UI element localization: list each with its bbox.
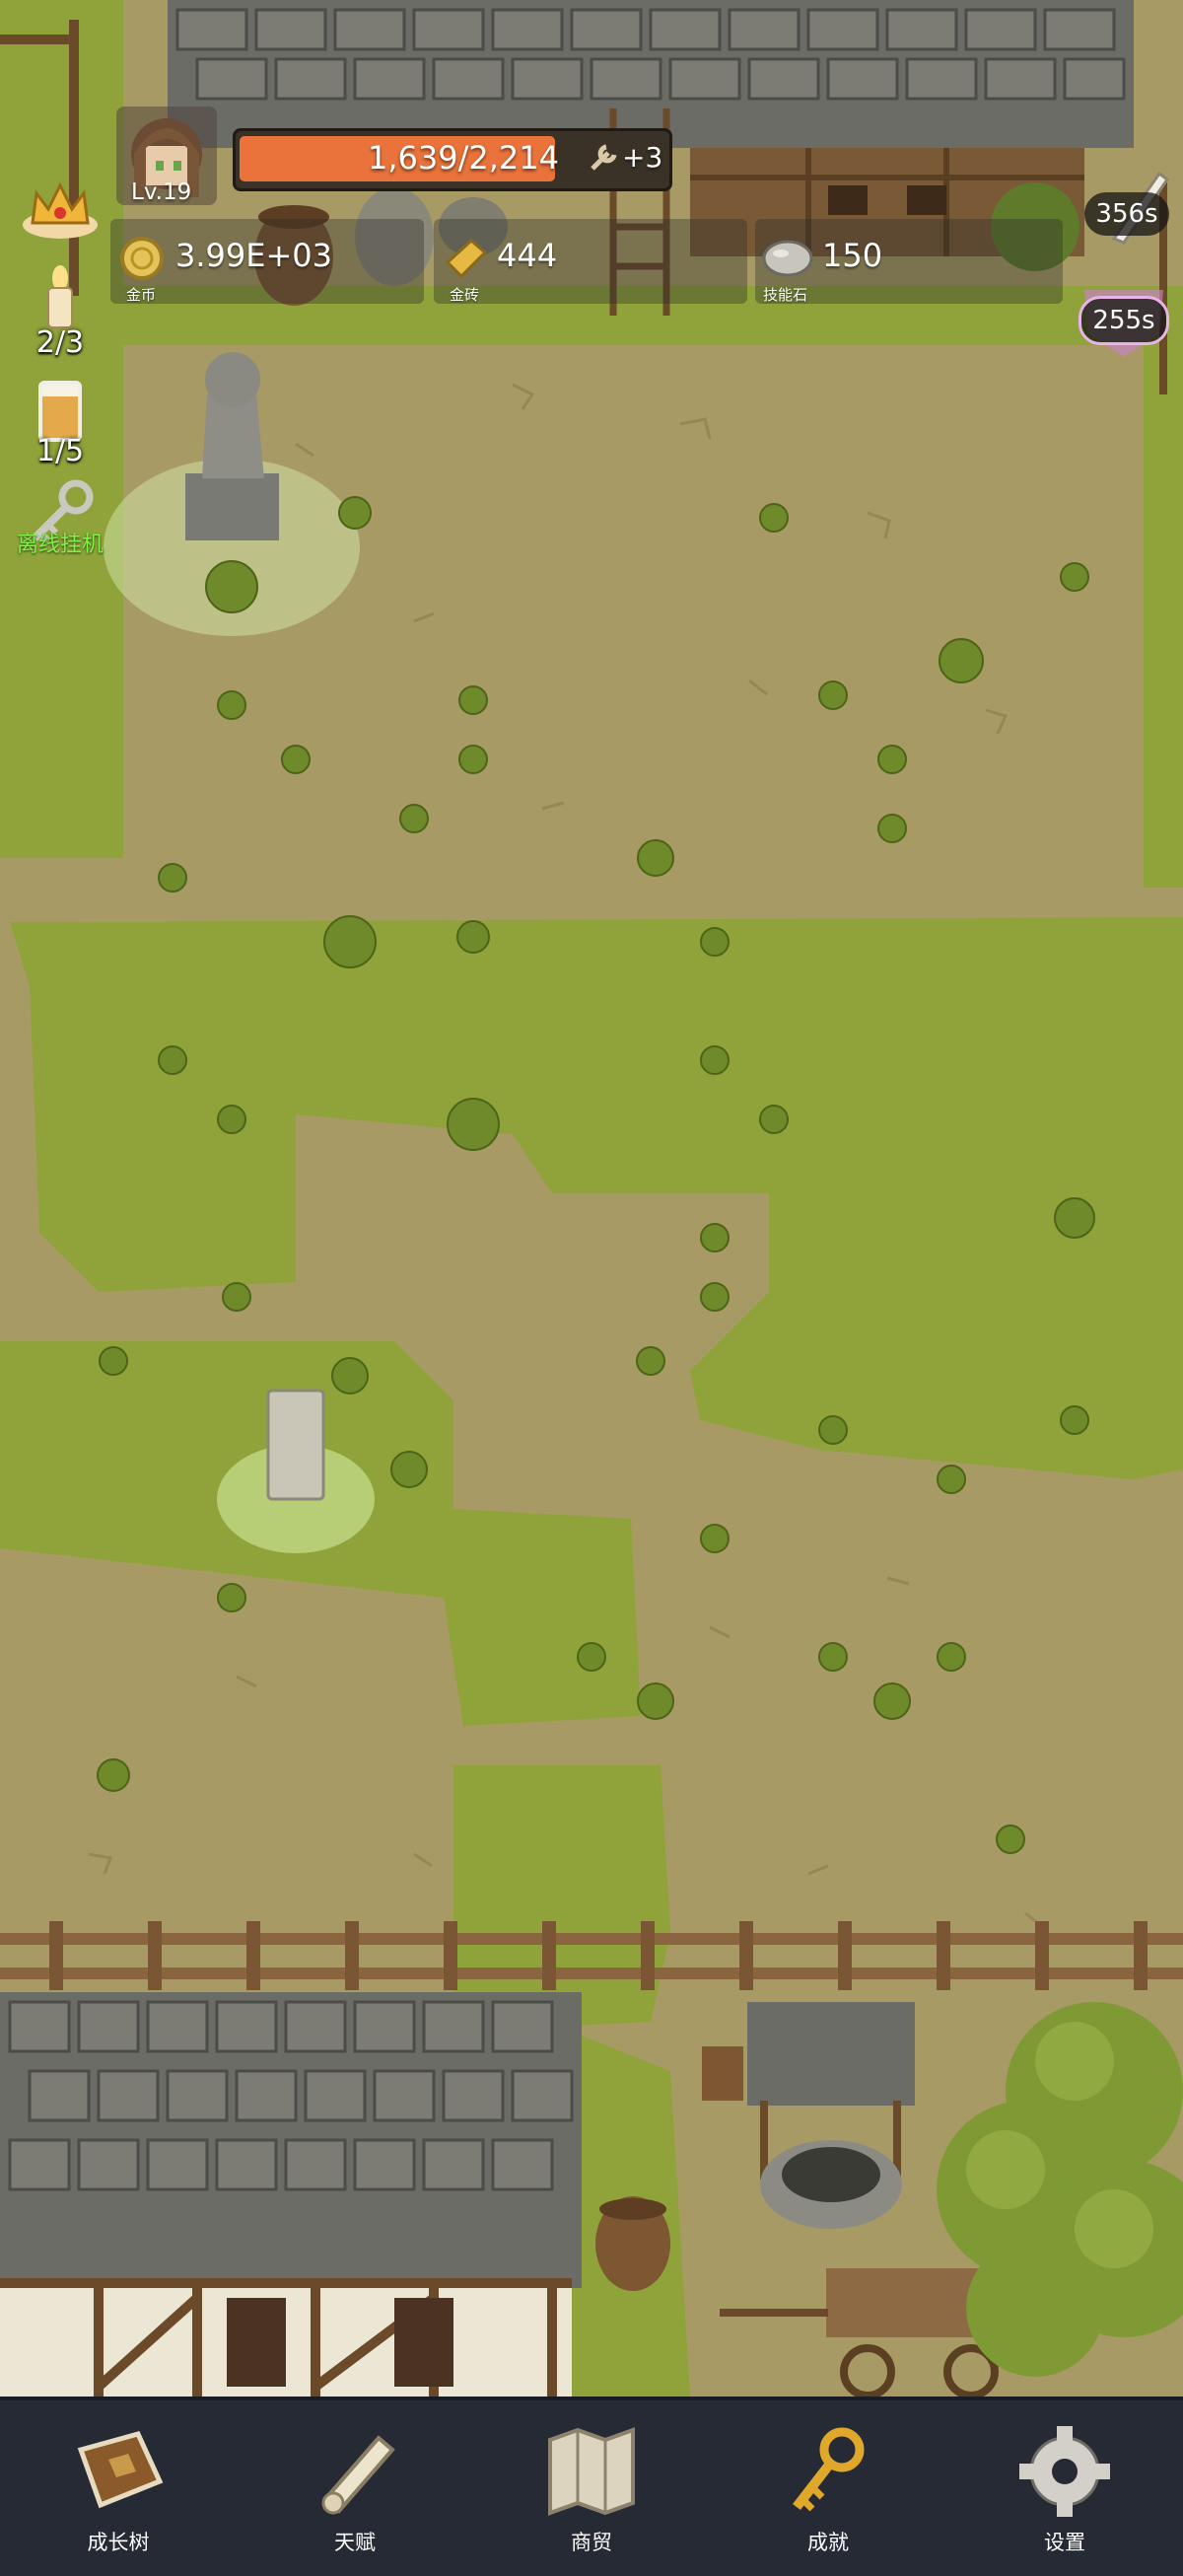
idle-button[interactable]: 离线挂机 — [6, 477, 114, 576]
nav-trade[interactable]: 商贸 — [513, 2400, 670, 2576]
golden-key-icon — [793, 2427, 865, 2512]
skill-stone-icon — [761, 235, 814, 284]
nav-achievement[interactable]: 成就 — [749, 2400, 907, 2576]
bottom-house — [0, 1992, 582, 2397]
nav-talent[interactable]: 天赋 — [276, 2400, 434, 2576]
skill-stone-panel[interactable]: 150 技能石 — [755, 219, 1063, 304]
nav-trade-label: 商贸 — [571, 2531, 612, 2554]
gold-brick-icon — [442, 233, 491, 286]
idle-label: 离线挂机 — [16, 533, 104, 557]
gear-icon — [1019, 2426, 1110, 2517]
gold-brick-label: 金砖 — [450, 286, 480, 304]
skill-stone-value: 150 — [822, 237, 883, 274]
nav-talent-label: 天赋 — [334, 2531, 376, 2554]
gold-brick-value: 444 — [497, 237, 558, 274]
exp-bonus: +3 — [622, 141, 663, 174]
drink-count: 1/5 — [35, 434, 85, 468]
book-icon — [77, 2431, 164, 2509]
wrench-icon — [589, 141, 620, 177]
nav-growth-tree[interactable]: 成长树 — [39, 2400, 197, 2576]
nav-achievement-label: 成就 — [807, 2531, 849, 2554]
exp-bar: 1,639/2,214 +3 — [233, 128, 672, 191]
gold-value: 3.99E+03 — [175, 237, 332, 274]
candle-count: 2/3 — [35, 325, 85, 360]
farm-scene — [0, 0, 1183, 2397]
buff-timer-top[interactable]: 356s — [1084, 192, 1169, 236]
map-icon — [548, 2427, 635, 2516]
nav-growth-tree-label: 成长树 — [87, 2531, 150, 2554]
gold-label: 金币 — [126, 286, 157, 304]
crown-button[interactable] — [16, 176, 104, 247]
buff-timer-bottom[interactable]: 255s — [1079, 296, 1169, 345]
scroll-icon — [321, 2435, 395, 2515]
crown-icon — [23, 181, 98, 239]
candle-icon — [47, 265, 73, 328]
gold-coin-icon — [118, 235, 166, 286]
gold-panel[interactable]: 3.99E+03 金币 — [110, 219, 424, 304]
drink-button[interactable]: 1/5 — [16, 377, 104, 475]
gold-brick-panel[interactable]: 444 金砖 — [434, 219, 747, 304]
skill-stone-label: 技能石 — [763, 286, 808, 304]
nav-settings-label: 设置 — [1044, 2531, 1085, 2554]
candle-button[interactable]: 2/3 — [16, 264, 104, 363]
nav-settings[interactable]: 设置 — [986, 2400, 1144, 2576]
player-level: Lv.19 — [131, 179, 192, 205]
bottom-nav: 成长树 天赋 商贸 成就 设置 — [0, 2397, 1183, 2576]
exp-text: 1,639/2,214 — [368, 139, 559, 177]
